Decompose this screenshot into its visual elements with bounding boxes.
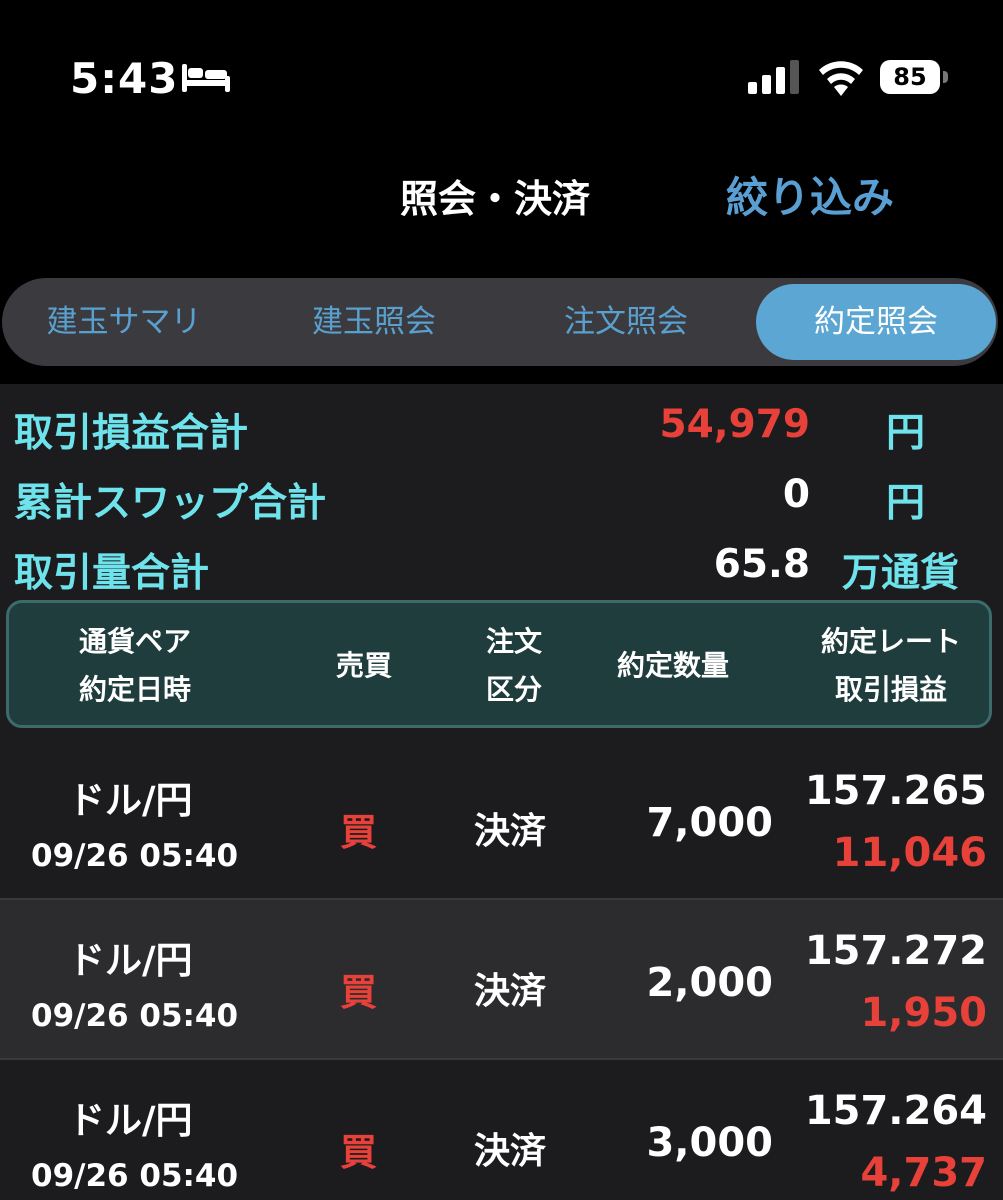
tab-position-inquiry[interactable]: 建玉照会 bbox=[252, 278, 496, 366]
status-time: 5:43 bbox=[70, 54, 179, 103]
row-datetime: 09/26 05:40 bbox=[31, 1158, 239, 1194]
row-pair: ドル/円 bbox=[68, 779, 193, 822]
row-pnl: 1,950 bbox=[860, 990, 987, 1036]
row-rate: 157.264 bbox=[804, 1088, 987, 1134]
row-quantity: 3,000 bbox=[646, 1120, 773, 1166]
header-quantity: 約定数量 bbox=[616, 649, 729, 682]
header-rate: 約定レート bbox=[820, 625, 961, 658]
tab-position-summary[interactable]: 建玉サマリ bbox=[2, 278, 246, 366]
battery-icon: 85 bbox=[880, 60, 952, 98]
header-pair: 通貨ペア bbox=[78, 625, 191, 658]
header-side: 売買 bbox=[335, 649, 392, 682]
page-title: 照会・決済 bbox=[400, 177, 591, 221]
row-order-type: 決済 bbox=[474, 1131, 547, 1172]
row-side: 買 bbox=[340, 971, 377, 1014]
swap-total-unit: 円 bbox=[886, 481, 926, 526]
volume-total-unit: 万通貨 bbox=[842, 551, 960, 596]
volume-total-label: 取引量合計 bbox=[14, 551, 210, 596]
battery-level: 85 bbox=[880, 60, 940, 94]
bed-icon bbox=[182, 64, 230, 92]
swap-total-label: 累計スワップ合計 bbox=[14, 481, 327, 526]
row-rate: 157.272 bbox=[804, 928, 987, 974]
segmented-tabs: 建玉サマリ 建玉照会 注文照会 約定照会 bbox=[2, 278, 998, 366]
pnl-total-unit: 円 bbox=[886, 411, 926, 456]
volume-total-value: 65.8 bbox=[713, 542, 810, 587]
row-quantity: 7,000 bbox=[646, 800, 773, 846]
header-order-type-2: 区分 bbox=[485, 673, 542, 706]
tab-execution-inquiry[interactable]: 約定照会 bbox=[756, 284, 996, 360]
row-side: 買 bbox=[340, 1131, 377, 1174]
row-datetime: 09/26 05:40 bbox=[31, 998, 239, 1034]
header-pnl: 取引損益 bbox=[834, 673, 947, 706]
table-header: 通貨ペア 約定日時 売買 注文 区分 約定数量 約定レート 取引損益 bbox=[6, 600, 992, 728]
row-quantity: 2,000 bbox=[646, 960, 773, 1006]
table-row[interactable]: ドル/円 09/26 05:40 買 決済 7,000 157.265 11,0… bbox=[0, 740, 1003, 898]
filter-button[interactable]: 絞り込み bbox=[726, 164, 894, 225]
row-datetime: 09/26 05:40 bbox=[31, 838, 239, 874]
row-side: 買 bbox=[340, 811, 377, 854]
table-row[interactable]: ドル/円 09/26 05:40 買 決済 3,000 157.264 4,73… bbox=[0, 1060, 1003, 1200]
pnl-total-value: 54,979 bbox=[659, 402, 811, 447]
row-rate: 157.265 bbox=[804, 768, 987, 814]
table-row[interactable]: ドル/円 09/26 05:40 買 決済 2,000 157.272 1,95… bbox=[0, 900, 1003, 1058]
wifi-icon bbox=[819, 61, 863, 96]
cellular-signal-icon bbox=[748, 60, 799, 94]
row-pair: ドル/円 bbox=[68, 1099, 193, 1142]
row-pnl: 4,737 bbox=[860, 1150, 987, 1196]
swap-total-value: 0 bbox=[782, 472, 810, 517]
summary-panel: 取引損益合計 54,979 円 累計スワップ合計 0 円 取引量合計 65.8 … bbox=[0, 384, 1003, 740]
row-order-type: 決済 bbox=[474, 971, 547, 1012]
header-datetime: 約定日時 bbox=[78, 673, 191, 706]
row-pair: ドル/円 bbox=[68, 939, 193, 982]
header-order-type-1: 注文 bbox=[485, 625, 542, 658]
pnl-total-label: 取引損益合計 bbox=[14, 411, 249, 456]
row-order-type: 決済 bbox=[474, 811, 547, 852]
row-pnl: 11,046 bbox=[832, 830, 987, 876]
tab-order-inquiry[interactable]: 注文照会 bbox=[502, 278, 750, 366]
